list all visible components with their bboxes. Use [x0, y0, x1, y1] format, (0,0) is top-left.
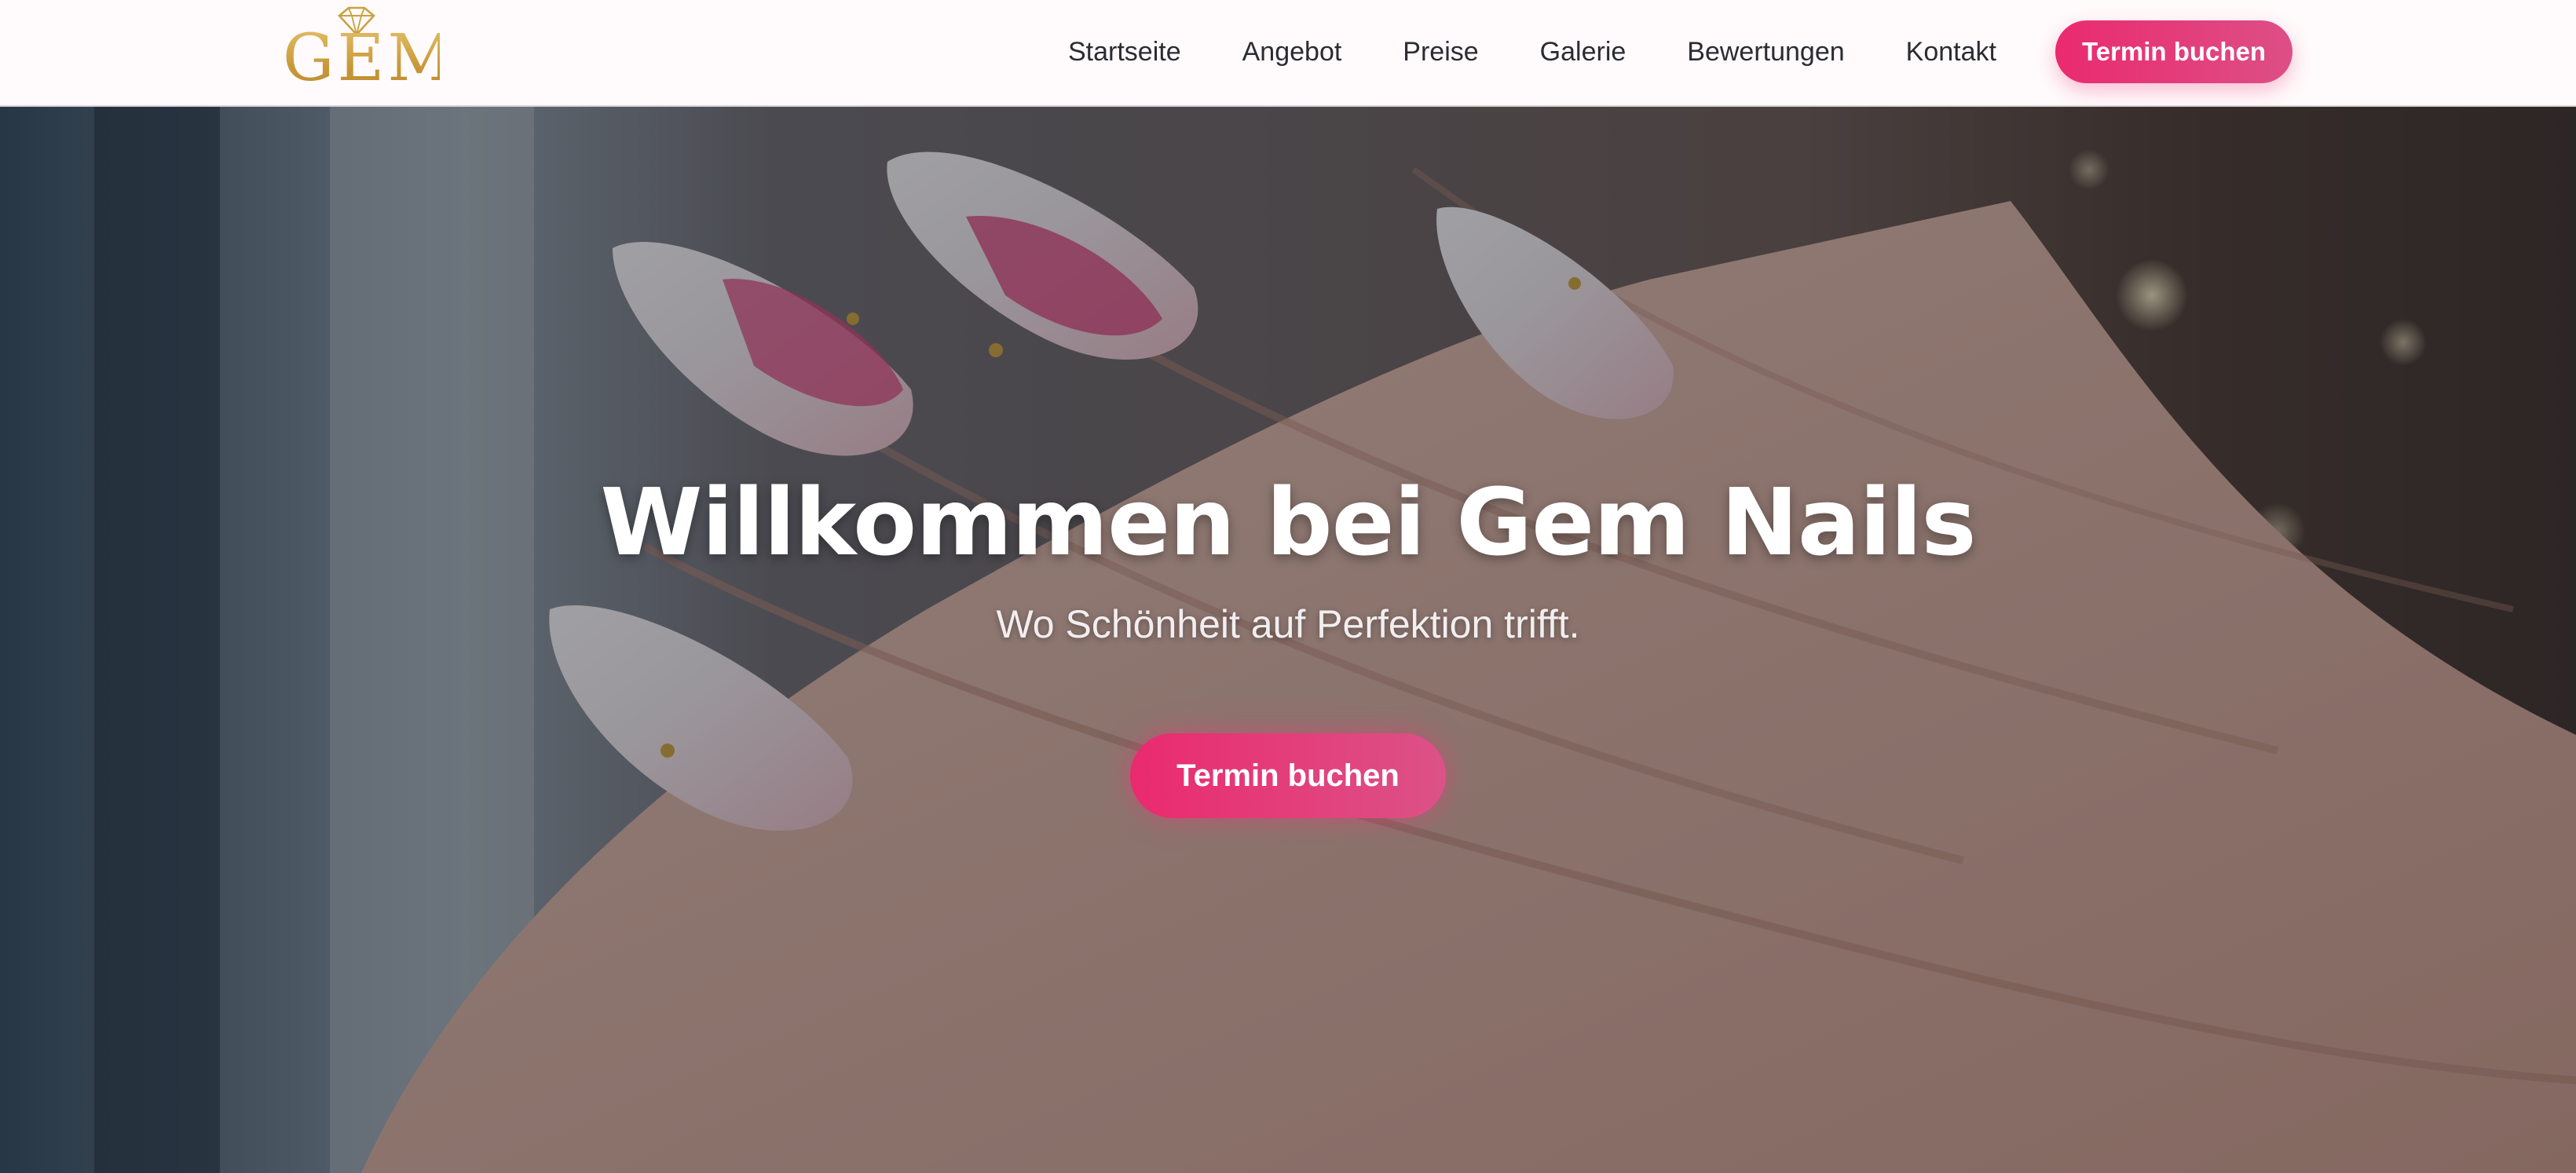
nav-link-startseite[interactable]: Startseite: [1068, 37, 1181, 68]
nav-link-kontakt[interactable]: Kontakt: [1906, 37, 1996, 68]
nav-link-preise[interactable]: Preise: [1403, 37, 1478, 68]
nav-link-bewertungen[interactable]: Bewertungen: [1687, 37, 1844, 68]
brand-logo[interactable]: GEM: [283, 5, 457, 99]
hero-title: Willkommen bei Gem Nails: [600, 468, 1976, 576]
hero-subtitle: Wo Schönheit auf Perfektion trifft.: [996, 602, 1580, 646]
nav-link-galerie[interactable]: Galerie: [1540, 37, 1626, 68]
logo-wordmark: GEM: [283, 21, 457, 96]
hero-section: Willkommen bei Gem Nails Wo Schönheit au…: [0, 107, 2576, 1173]
main-nav: Startseite Angebot Preise Galerie Bewert…: [1068, 0, 2058, 104]
nav-link-angebot[interactable]: Angebot: [1242, 37, 1342, 68]
top-navbar: GEM Startseite Angebot Preise Galerie Be…: [0, 0, 2576, 107]
hero-book-appointment-button[interactable]: Termin buchen: [1130, 733, 1446, 818]
nav-book-appointment-button[interactable]: Termin buchen: [2055, 20, 2292, 83]
